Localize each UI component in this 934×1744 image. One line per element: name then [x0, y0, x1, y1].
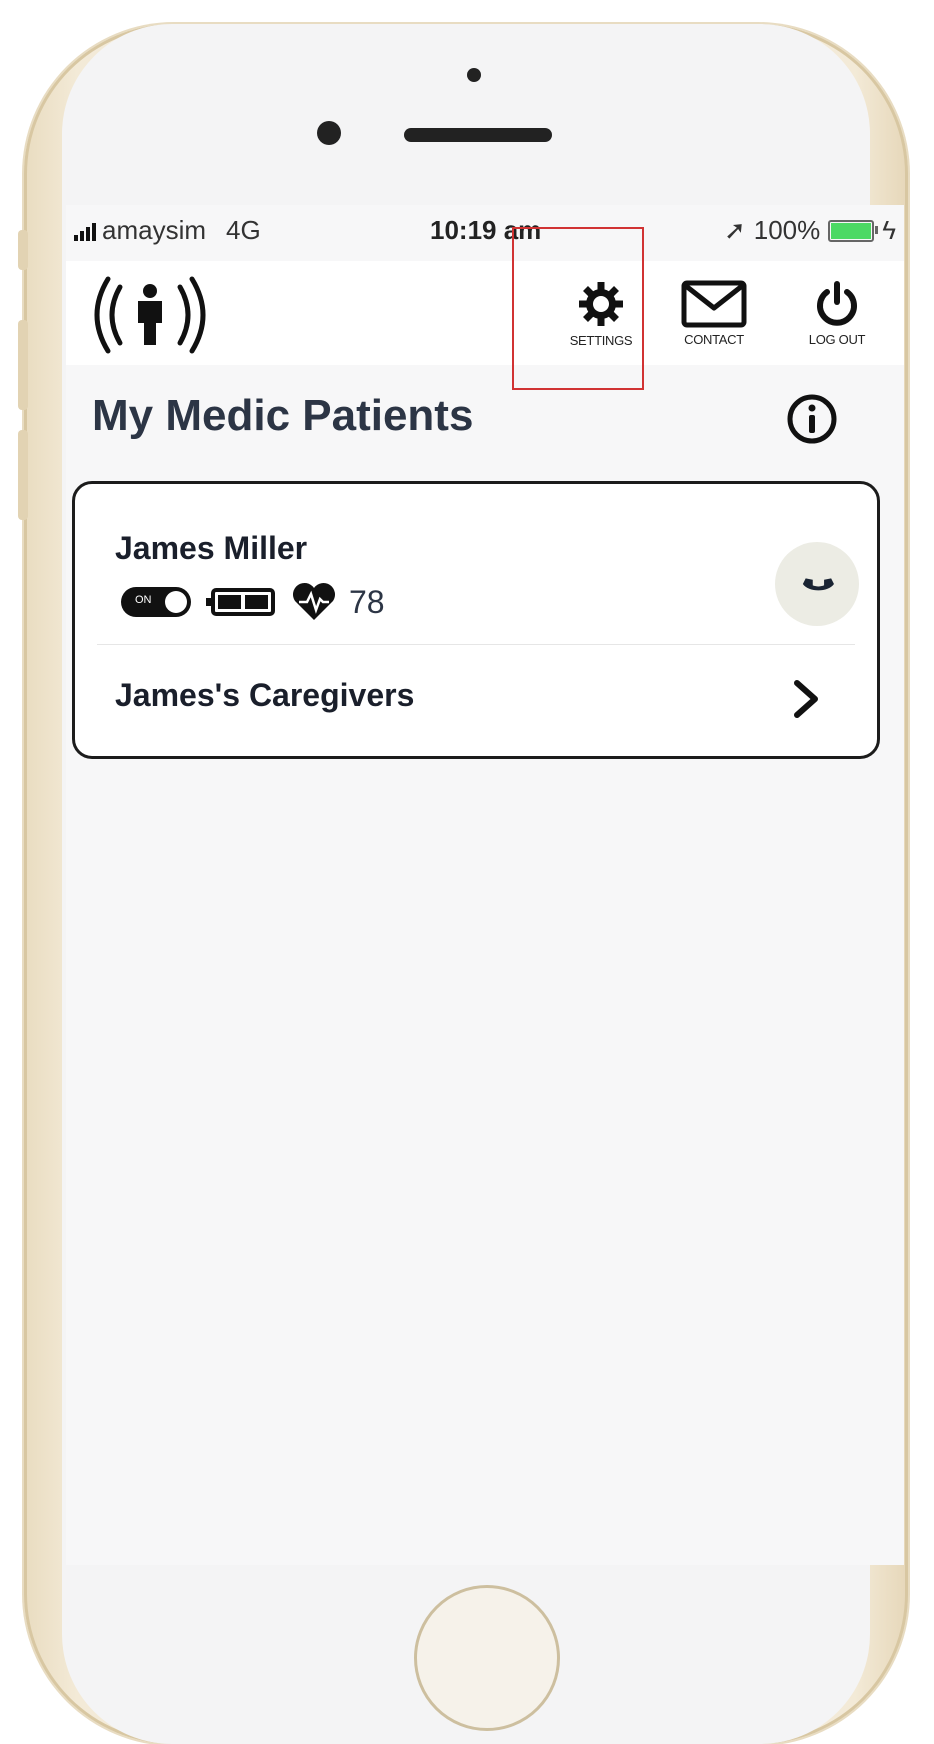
- volume-up-button: [18, 320, 28, 410]
- caregivers-row[interactable]: James's Caregivers: [75, 645, 877, 757]
- earpiece-speaker: [404, 128, 552, 142]
- app-screen: amaysim 4G 10:19 am ➚ 100% ϟ SETTINGS CO…: [66, 205, 904, 1565]
- battery-fill: [831, 222, 872, 239]
- contact-button[interactable]: CONTACT: [654, 261, 774, 365]
- caregivers-label: James's Caregivers: [115, 677, 415, 713]
- device-on-toggle: ON: [121, 587, 191, 617]
- mute-switch: [18, 230, 28, 270]
- envelope-icon: [681, 280, 747, 327]
- chevron-right-icon: [794, 680, 818, 718]
- app-header: SETTINGS CONTACT LOG OUT: [66, 261, 904, 365]
- patient-name: James Miller: [115, 530, 308, 566]
- logout-button[interactable]: LOG OUT: [782, 261, 892, 365]
- home-button[interactable]: [414, 1585, 560, 1731]
- volume-down-button: [18, 430, 28, 520]
- power-icon: [817, 280, 857, 326]
- network-type: 4G: [226, 215, 261, 245]
- toggle-label: ON: [135, 594, 152, 606]
- location-arrow-icon: ➚: [723, 215, 746, 245]
- call-button[interactable]: [775, 542, 859, 626]
- status-bar: amaysim 4G 10:19 am ➚ 100% ϟ: [66, 205, 904, 261]
- page-title: My Medic Patients: [92, 391, 474, 440]
- battery-status: ➚ 100% ϟ: [724, 215, 896, 246]
- proximity-sensor: [467, 68, 481, 82]
- heart-pulse-icon: [292, 582, 336, 620]
- toggle-knob: [165, 591, 187, 613]
- battery-icon: [828, 219, 879, 242]
- signal-icon: [74, 221, 96, 241]
- phone-icon: [802, 578, 834, 591]
- battery-icon: [206, 588, 275, 616]
- person-broadcast-icon: [94, 276, 206, 354]
- patient-row[interactable]: James Miller ON 78: [75, 484, 877, 642]
- settings-highlight-box: [512, 227, 644, 390]
- contact-label: CONTACT: [684, 331, 744, 347]
- logout-label: LOG OUT: [808, 331, 866, 347]
- heart-rate-value: 78: [349, 583, 385, 620]
- front-camera: [317, 121, 341, 145]
- battery-percent: 100%: [753, 215, 821, 245]
- info-icon[interactable]: [786, 393, 838, 445]
- patient-card: James Miller ON 78 James's Caregivers: [72, 481, 880, 759]
- patient-device-status: ON 78: [121, 582, 385, 622]
- charging-icon: ϟ: [882, 215, 896, 245]
- carrier-name: amaysim: [102, 215, 207, 245]
- carrier-info: amaysim 4G: [74, 215, 261, 246]
